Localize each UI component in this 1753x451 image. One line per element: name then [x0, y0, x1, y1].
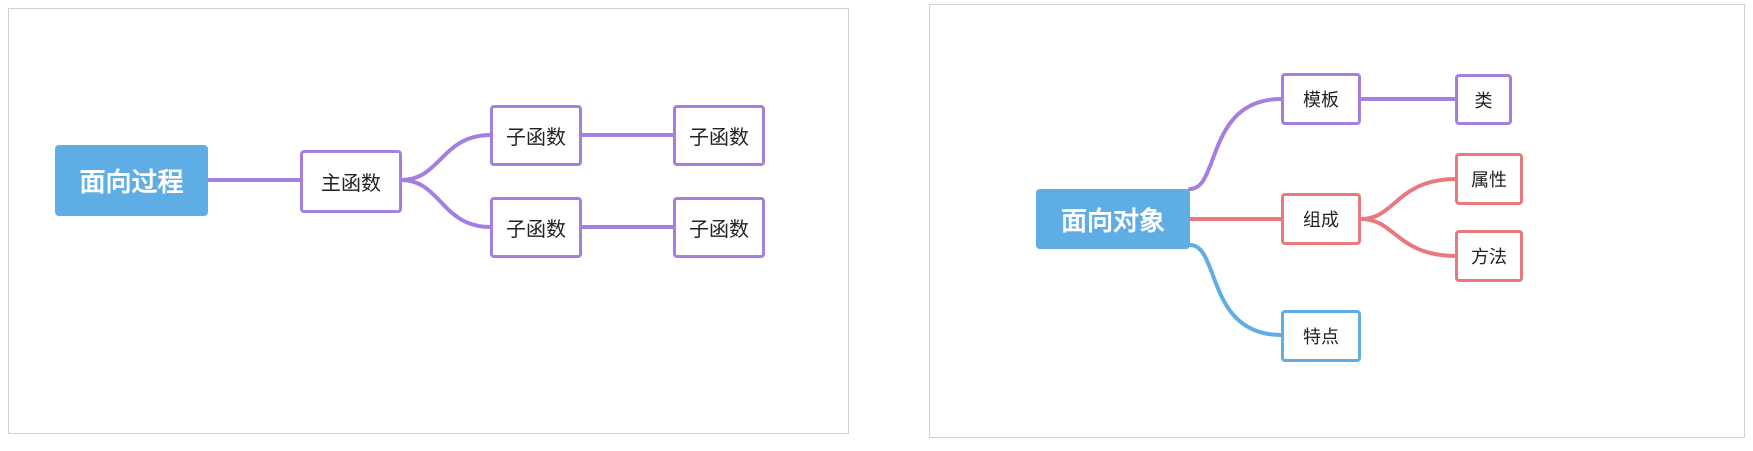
object-oriented-diagram-panel: 面向对象 模板 组成 特点 类 属性 方法	[929, 4, 1745, 438]
node-sub-function-2-child[interactable]: 子函数	[673, 197, 765, 258]
edge-composition-attribute	[1359, 177, 1459, 221]
edge-root-template	[1188, 97, 1283, 191]
node-template[interactable]: 模板	[1281, 73, 1361, 125]
edge-main-sub2	[399, 178, 493, 229]
node-sub-function-2[interactable]: 子函数	[490, 197, 582, 258]
node-composition[interactable]: 组成	[1281, 193, 1361, 245]
node-feature[interactable]: 特点	[1281, 310, 1361, 362]
procedural-diagram-panel: 面向过程 主函数 子函数 子函数 子函数 子函数	[8, 8, 849, 434]
root-node-procedural[interactable]: 面向过程	[55, 145, 208, 216]
node-attribute[interactable]: 属性	[1455, 153, 1523, 205]
node-sub-function-1-child[interactable]: 子函数	[673, 105, 765, 166]
edge-composition-method	[1359, 217, 1459, 258]
edge-root-feature	[1188, 243, 1283, 337]
node-method[interactable]: 方法	[1455, 230, 1523, 282]
node-main-function[interactable]: 主函数	[300, 150, 402, 213]
root-node-object-oriented[interactable]: 面向对象	[1036, 189, 1190, 249]
node-class[interactable]: 类	[1455, 74, 1512, 125]
node-sub-function-1[interactable]: 子函数	[490, 105, 582, 166]
edge-main-sub1	[399, 133, 493, 182]
